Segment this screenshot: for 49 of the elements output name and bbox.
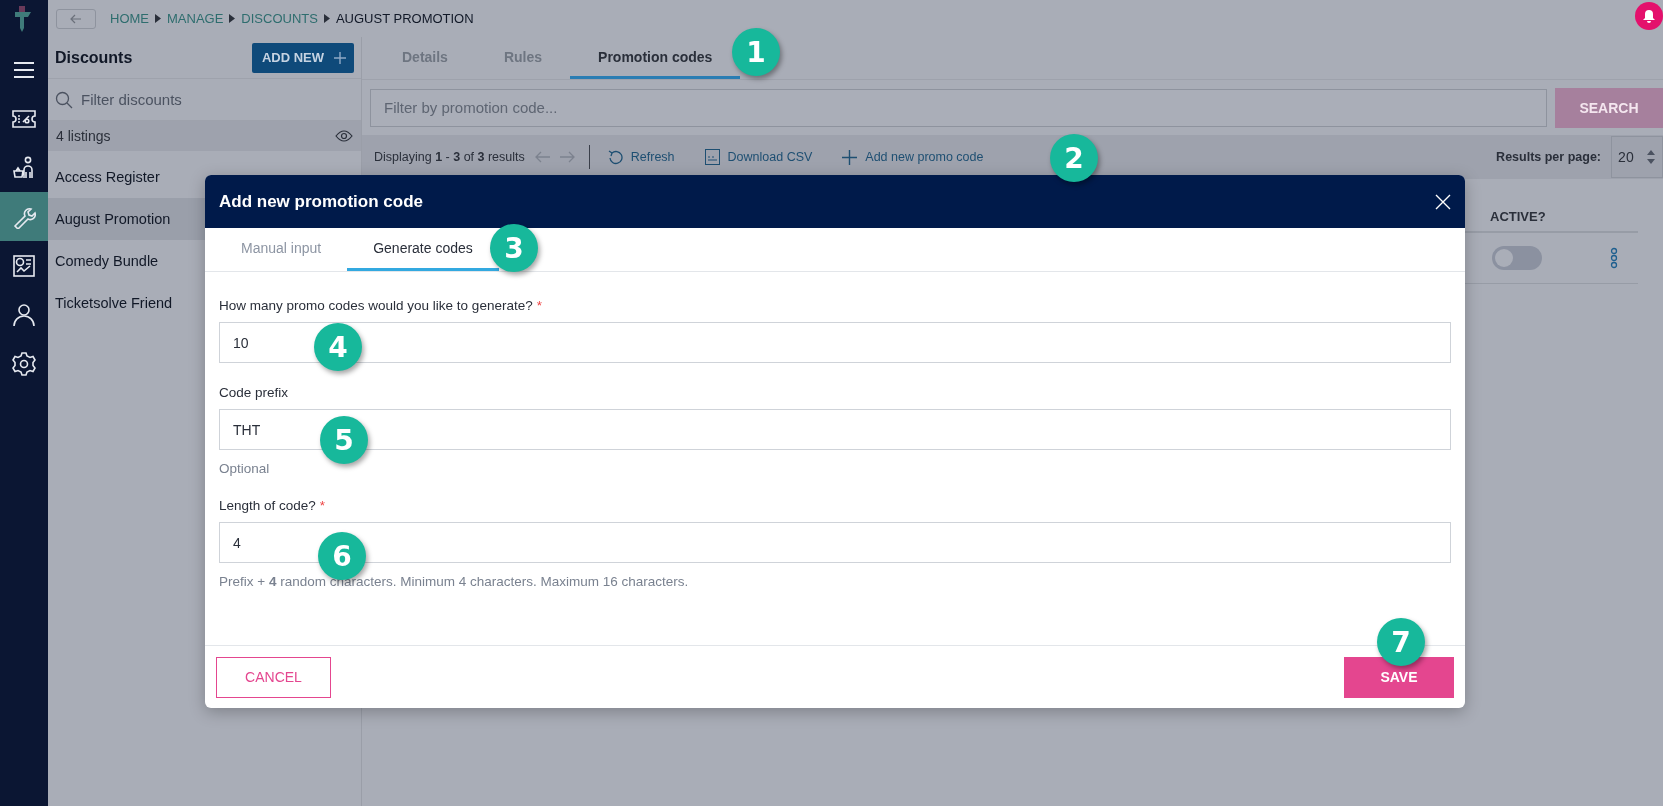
csv-file-icon	[704, 149, 720, 165]
logo-icon	[15, 5, 33, 32]
panel-title: Discounts	[55, 48, 133, 67]
filter-field[interactable]: Filter discounts	[79, 90, 354, 109]
close-icon[interactable]	[1435, 193, 1451, 210]
results-summary: Displaying 1 - 3 of 3 results	[374, 150, 525, 164]
listing-count: 4 listings	[56, 128, 111, 144]
plus-icon	[334, 51, 346, 64]
person-basket-icon	[12, 155, 36, 180]
chevron-right-icon	[323, 14, 330, 23]
add-promo-code-button[interactable]: Add new promo code	[842, 149, 984, 165]
notification-button[interactable]	[1635, 2, 1663, 30]
stepper-icon	[1645, 149, 1656, 165]
chart-report-icon	[12, 253, 36, 278]
refresh-button[interactable]: Refresh	[607, 149, 675, 165]
field-label: How many promo codes would you like to generate?	[219, 298, 533, 313]
help-text: Optional	[219, 461, 271, 476]
search-icon	[55, 90, 73, 109]
plus-icon	[842, 149, 858, 165]
refresh-icon	[607, 149, 623, 165]
tab[interactable]: Rules	[475, 49, 571, 79]
arrow-left-icon	[70, 13, 82, 24]
user-icon	[12, 302, 36, 327]
results-per-page-label: Results per page:	[1496, 150, 1601, 164]
active-toggle[interactable]	[1492, 246, 1542, 270]
step-number-tooltip: 1	[732, 28, 780, 76]
column-header: ACTIVE?	[1490, 209, 1546, 224]
eye-icon[interactable]	[335, 130, 353, 142]
cancel-button[interactable]: CANCEL	[216, 656, 331, 698]
bell-icon	[1642, 9, 1656, 23]
search-button[interactable]: SEARCH	[1555, 87, 1663, 128]
settings-icon	[12, 351, 36, 376]
breadcrumb-link[interactable]: MANAGE	[167, 11, 224, 26]
required-marker: *	[536, 298, 542, 313]
breadcrumb-link[interactable]: HOME	[110, 11, 149, 26]
chevron-right-icon	[229, 14, 236, 23]
field-label: Code prefix	[219, 385, 289, 400]
breadcrumb-link[interactable]: DISCOUNTS	[241, 11, 318, 26]
required-marker: *	[319, 498, 326, 513]
more-vertical-icon[interactable]	[1610, 247, 1618, 269]
field-label: Length of code?	[219, 498, 316, 513]
download-csv-button[interactable]: Download CSV	[704, 149, 813, 165]
save-button[interactable]: SAVE	[1344, 656, 1454, 698]
add-new-button[interactable]: ADD NEW	[251, 42, 354, 73]
promo-code-filter-field[interactable]: Filter by promotion code...	[370, 88, 1547, 127]
results-per-page-field[interactable]: 20	[1611, 136, 1663, 178]
chevron-right-icon	[155, 14, 161, 23]
tab[interactable]: Manual input	[215, 240, 348, 271]
tab[interactable]: Details	[374, 49, 476, 79]
